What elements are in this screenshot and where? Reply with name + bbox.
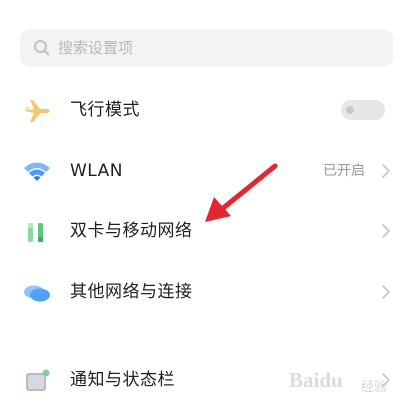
notification-icon	[26, 369, 50, 391]
airplane-mode-toggle[interactable]	[341, 100, 385, 120]
search-box[interactable]	[20, 29, 393, 67]
row-label-notifications: 通知与状态栏	[70, 370, 175, 390]
chevron-right-icon	[382, 224, 390, 238]
toggle-knob	[346, 106, 354, 114]
row-label-dual-sim: 双卡与移动网络	[70, 221, 193, 241]
sim-cards-icon	[28, 223, 43, 242]
wlan-status-value: 已开启	[323, 163, 365, 179]
chevron-right-icon	[382, 285, 390, 299]
search-input[interactable]	[58, 29, 378, 67]
watermark-sub: 经验	[360, 380, 387, 395]
settings-row-airplane-mode[interactable]: 飞行模式	[0, 82, 405, 138]
search-icon	[34, 40, 50, 56]
settings-row-other-networks[interactable]: 其他网络与连接	[0, 264, 405, 320]
baidu-watermark: Baidu 经验	[285, 364, 387, 396]
chevron-right-icon	[382, 164, 390, 178]
settings-row-dual-sim[interactable]: 双卡与移动网络	[0, 203, 405, 259]
settings-row-wlan[interactable]: WLAN 已开启	[0, 143, 405, 199]
wifi-icon	[24, 162, 50, 181]
airplane-icon	[25, 100, 50, 122]
row-label-other-networks: 其他网络与连接	[70, 282, 193, 302]
watermark-text: Baidu	[289, 368, 343, 392]
row-label-wlan: WLAN	[70, 161, 124, 181]
row-label-airplane-mode: 飞行模式	[70, 100, 140, 120]
cloud-network-icon	[24, 285, 50, 302]
